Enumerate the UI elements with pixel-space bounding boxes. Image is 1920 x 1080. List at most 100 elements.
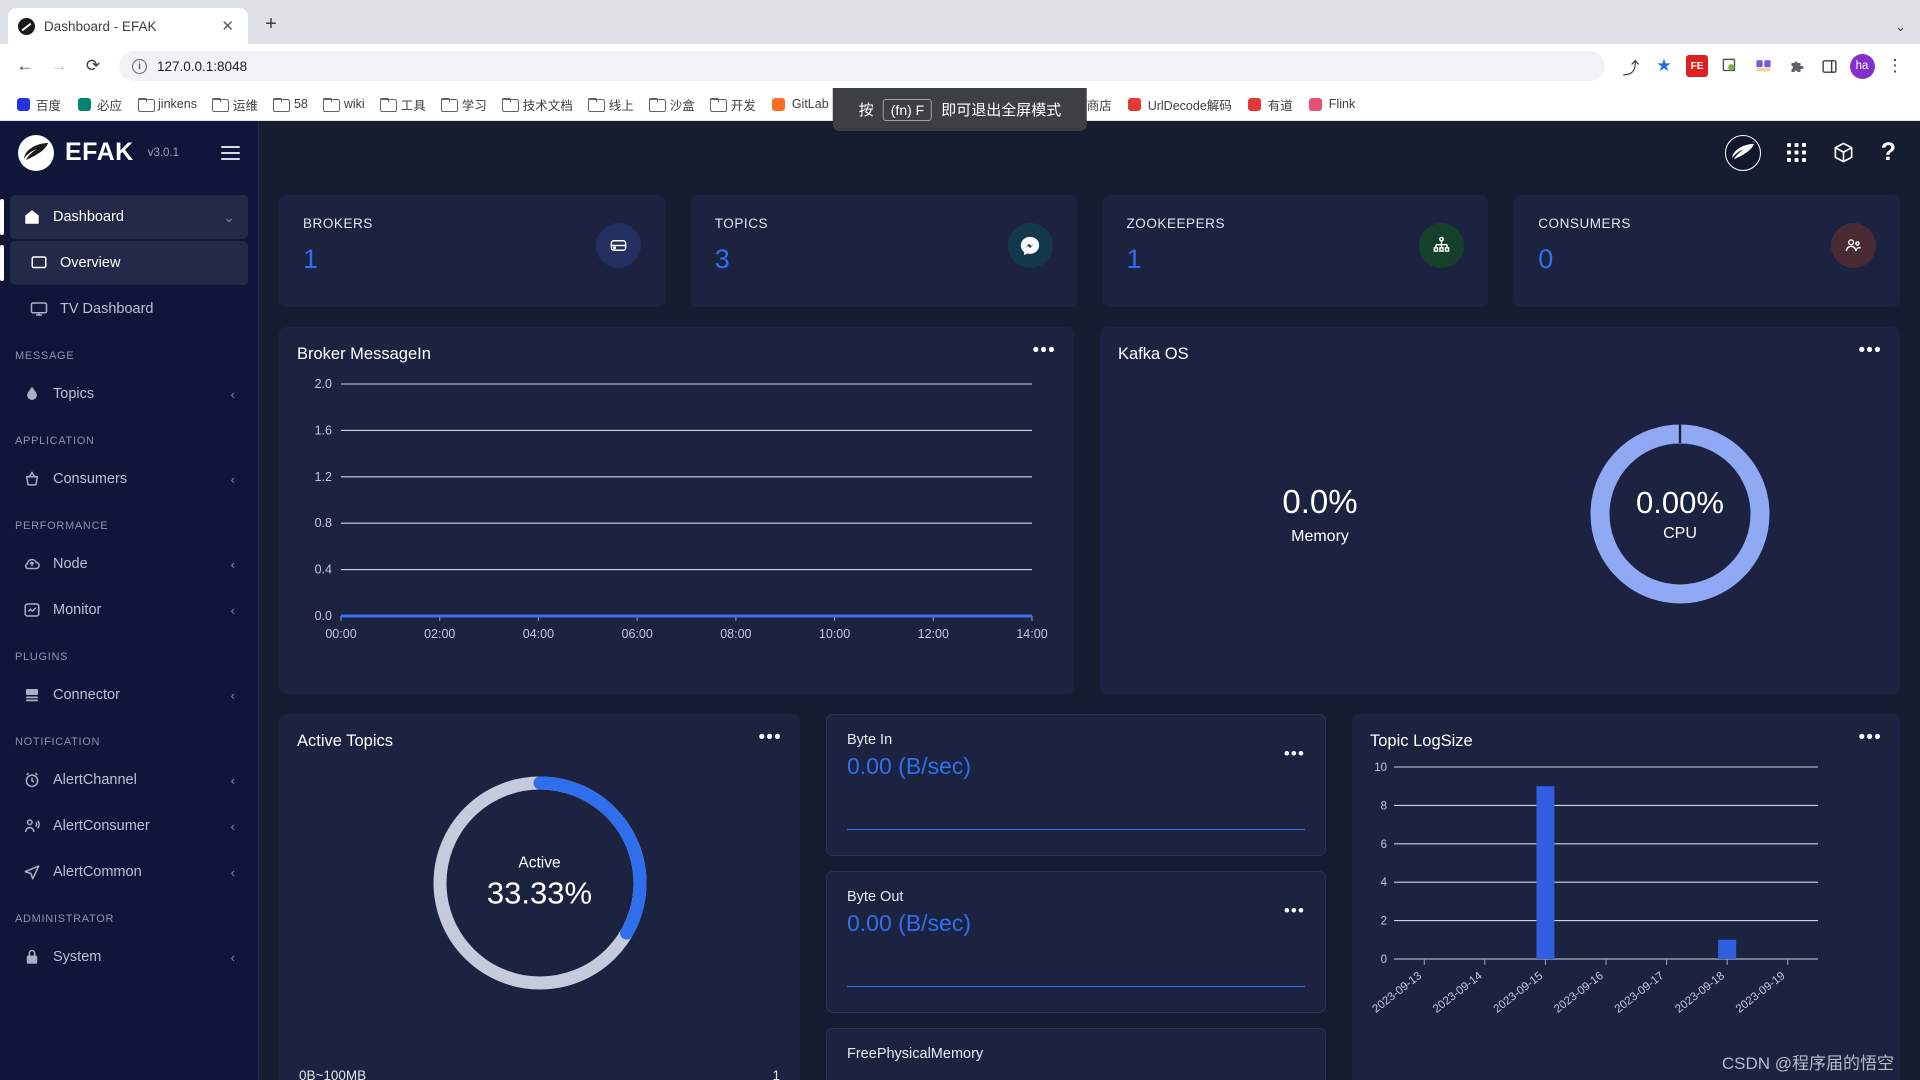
profile-avatar[interactable]: ha [1847, 51, 1877, 81]
chevron-left-icon[interactable]: ‹ [231, 819, 235, 834]
side-panel-icon[interactable] [1814, 51, 1844, 81]
stat-card-zookeepers[interactable]: ZOOKEEPERS 1 [1102, 195, 1489, 307]
folder-icon [588, 96, 606, 112]
bookmark-item[interactable]: UrlDecode解码 [1121, 92, 1238, 117]
bookmark-item[interactable]: 58 [267, 93, 314, 115]
reload-icon[interactable]: ⟳ [78, 51, 108, 81]
svg-text:10:00: 10:00 [819, 627, 850, 641]
card-menu-icon[interactable]: ••• [1284, 745, 1305, 762]
chevron-left-icon[interactable]: ‹ [231, 688, 235, 703]
sidebar-item-monitor[interactable]: Monitor ‹ [10, 588, 248, 632]
sidebar-item-overview[interactable]: Overview [0, 241, 248, 285]
bookmark-label: 百度 [36, 98, 62, 113]
donut-center-text: Active 33.33% [279, 855, 800, 912]
chevron-left-icon[interactable]: ‹ [231, 773, 235, 788]
card-free-physical-memory[interactable]: FreePhysicalMemory [826, 1028, 1326, 1080]
bookmark-item[interactable]: 必应 [70, 92, 128, 117]
sidebar-item-node[interactable]: Node ‹ [10, 542, 248, 586]
new-tab-button[interactable]: + [258, 11, 284, 37]
chevron-left-icon[interactable]: ‹ [231, 387, 235, 402]
user-voice-icon [23, 817, 41, 835]
svg-text:0.8: 0.8 [315, 516, 332, 530]
avatar-initials: ha [1849, 53, 1875, 79]
panel-menu-icon[interactable]: ••• [758, 728, 782, 748]
browser-tab[interactable]: Dashboard - EFAK ✕ [8, 8, 248, 44]
browser-menu-icon[interactable]: ⋮ [1880, 51, 1910, 81]
card-menu-icon[interactable]: ••• [1284, 902, 1305, 919]
users-icon [1831, 223, 1876, 268]
chevron-left-icon[interactable]: ‹ [231, 472, 235, 487]
stat-card-consumers[interactable]: CONSUMERS 0 [1514, 195, 1900, 307]
apps-grid-icon[interactable] [1786, 143, 1806, 162]
forward-icon[interactable]: → [44, 51, 74, 81]
tabstrip-collapse-icon[interactable]: ⌄ [1895, 19, 1906, 35]
panel-menu-icon[interactable]: ••• [1858, 341, 1882, 361]
card-byte-in[interactable]: Byte In 0.00 (B/sec) ••• [826, 714, 1326, 856]
bookmark-item[interactable]: 技术文档 [496, 92, 579, 117]
sidebar-item-alertchannel[interactable]: AlertChannel ‹ [10, 758, 248, 802]
sidebar-item-topics[interactable]: Topics ‹ [10, 372, 248, 416]
bookmark-item[interactable]: 百度 [9, 92, 67, 117]
flink-icon [1308, 96, 1324, 112]
byte-in-sparkline [847, 828, 1305, 830]
back-icon[interactable]: ← [10, 51, 40, 81]
screenshot-extension-icon[interactable] [1715, 51, 1745, 81]
card-byte-out[interactable]: Byte Out 0.00 (B/sec) ••• [826, 871, 1326, 1013]
bookmark-item[interactable]: GitLab [765, 93, 835, 115]
server-icon [23, 686, 41, 704]
bookmark-item[interactable]: 工具 [374, 92, 432, 117]
bookmark-item[interactable]: 学习 [435, 92, 493, 117]
bookmark-star-icon[interactable]: ★ [1649, 51, 1679, 81]
bookmark-item[interactable]: Flink [1302, 93, 1361, 115]
bookmark-item[interactable]: jinkens [131, 93, 203, 115]
puzzle-extensions-icon[interactable] [1781, 51, 1811, 81]
sidebar-item-consumers[interactable]: Consumers ‹ [10, 457, 248, 501]
clock-icon [23, 771, 41, 789]
stat-card-topics[interactable]: TOPICS 3 [690, 195, 1077, 307]
basket-icon [23, 470, 41, 488]
bookmark-label: 开发 [730, 98, 756, 113]
messenger-icon [1007, 223, 1053, 268]
sidebar-item-alertcommon[interactable]: AlertCommon ‹ [10, 850, 248, 894]
colorpick-extension-icon[interactable] [1748, 51, 1778, 81]
bookmark-item[interactable]: 线上 [582, 92, 640, 117]
bookmark-label: 学习 [461, 98, 487, 113]
folder-icon [502, 96, 520, 112]
fe-badge: FE [1686, 55, 1708, 77]
cube-icon[interactable] [1832, 141, 1855, 164]
close-tab-icon[interactable]: ✕ [217, 17, 238, 36]
sidebar-item-tv-dashboard[interactable]: TV Dashboard [10, 287, 248, 331]
bookmark-item[interactable]: 开发 [704, 92, 762, 117]
bookmark-item[interactable]: wiki [317, 93, 371, 115]
chevron-down-icon[interactable]: ⌄ [223, 209, 235, 226]
chevron-left-icon[interactable]: ‹ [231, 557, 235, 572]
panel-menu-icon[interactable]: ••• [1032, 341, 1056, 361]
help-icon[interactable]: ? [1881, 138, 1896, 167]
extension-fe-icon[interactable]: FE [1682, 51, 1712, 81]
stat-card-brokers[interactable]: BROKERS 1 [279, 195, 665, 307]
cpu-label: CPU [1663, 525, 1697, 542]
bookmark-item[interactable]: 沙盒 [643, 92, 701, 117]
donut-value: 33.33% [486, 875, 593, 911]
sidebar-item-connector[interactable]: Connector ‹ [10, 673, 248, 717]
active-topics-footer: 0B~100MB 1 [299, 1068, 780, 1080]
stat-cards-row: BROKERS 1 TOPICS 3 ZOOKEEPERS 1 CONSUMER… [279, 195, 1900, 307]
browser-window: Dashboard - EFAK ✕ + ⌄ ← → ⟳ i 127.0.0.1… [0, 0, 1920, 1080]
sidebar-item-label: AlertCommon [53, 864, 142, 880]
chevron-left-icon[interactable]: ‹ [231, 865, 235, 880]
sidebar-item-system[interactable]: System ‹ [10, 935, 248, 979]
check-icon [1127, 96, 1143, 112]
hamburger-icon[interactable] [221, 145, 240, 160]
sidebar-item-dashboard[interactable]: Dashboard ⌄ [0, 195, 248, 239]
site-info-icon[interactable]: i [132, 58, 147, 74]
bookmark-item[interactable]: 有道 [1241, 92, 1299, 117]
chevron-left-icon[interactable]: ‹ [231, 950, 235, 965]
share-icon[interactable]: ⤴ [1616, 51, 1646, 81]
address-bar[interactable]: i 127.0.0.1:8048 [119, 51, 1605, 81]
bookmark-item[interactable]: 运维 [206, 92, 264, 117]
sidebar-item-alertconsumer[interactable]: AlertConsumer ‹ [10, 804, 248, 848]
panel-menu-icon[interactable]: ••• [1858, 728, 1882, 748]
panel-topic-logsize: Topic LogSize ••• 0 2 4 6 8 10 2023-09-13 2023-… [1352, 714, 1900, 1080]
chevron-left-icon[interactable]: ‹ [231, 603, 235, 618]
user-avatar[interactable] [1724, 134, 1761, 171]
